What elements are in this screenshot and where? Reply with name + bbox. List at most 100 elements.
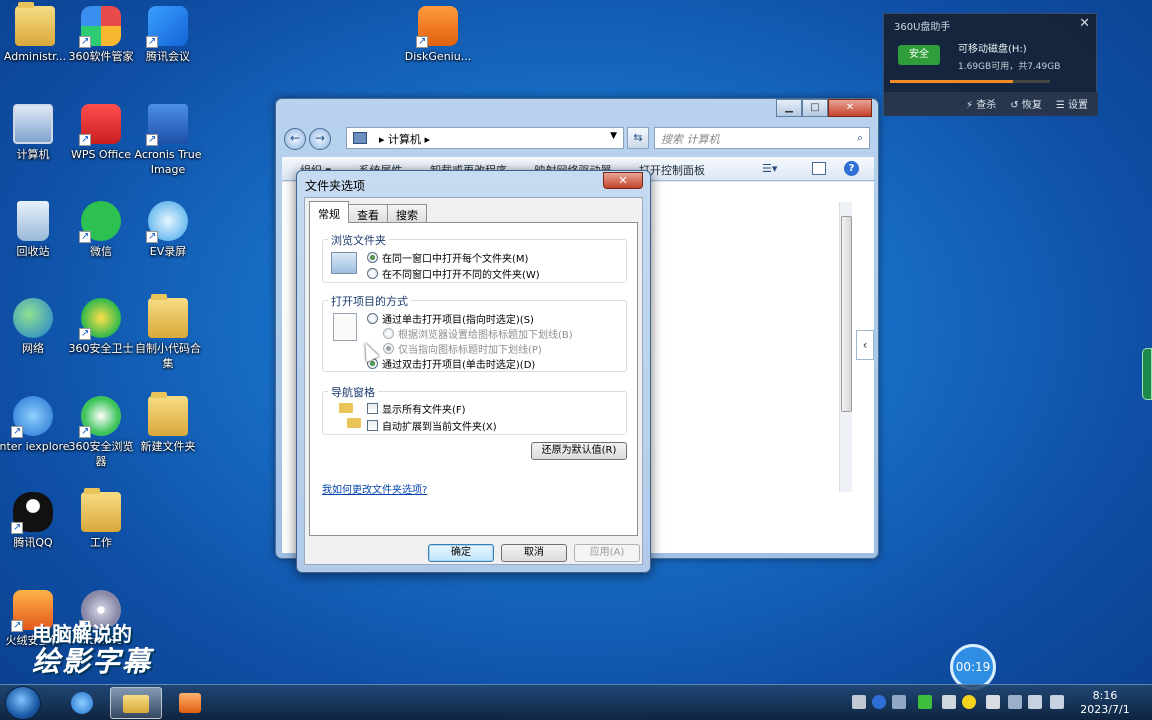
scrollbar-thumb[interactable] (841, 216, 852, 412)
desktop-icon-new-folder[interactable]: 新建文件夹 (131, 392, 205, 454)
help-link[interactable]: 我如何更改文件夹选项? (322, 481, 427, 496)
desktop-icon-qq[interactable]: 腾讯QQ (0, 492, 70, 550)
desktop-icon-ev-recorder[interactable]: EV录屏 (131, 201, 205, 259)
desktop-icon-network[interactable]: 网络 (0, 298, 70, 356)
desktop-icon-work[interactable]: 工作 (64, 488, 138, 550)
wrench-icon[interactable] (892, 695, 906, 709)
usb-safe-badge: 安全 (898, 45, 940, 65)
same-window-option[interactable]: 在同一窗口中打开每个文件夹(M) (367, 250, 528, 265)
show-all-folders-option[interactable]: 显示所有文件夹(F) (367, 401, 466, 416)
network-status-icon[interactable] (986, 695, 1000, 709)
show-all-folders-checkbox[interactable] (367, 403, 378, 414)
tab-general[interactable]: 常规 (309, 201, 349, 223)
cancel-button[interactable]: 取消 (501, 544, 567, 562)
keyboard-icon[interactable] (852, 695, 866, 709)
qq-icon (11, 492, 53, 535)
list-icon: ☰ (1055, 100, 1065, 111)
restore-icon: ↺ (1010, 100, 1019, 111)
desktop-icon-360-security[interactable]: 360安全卫士 (64, 298, 138, 356)
desktop-icon-360-browser[interactable]: 360安全浏览器 (64, 396, 138, 469)
explorer-scrollbar[interactable] (839, 202, 852, 492)
usb-settings-button[interactable]: ☰ 设置 (1056, 96, 1088, 116)
same-window-radio[interactable] (367, 252, 378, 263)
tab-view[interactable]: 查看 (348, 204, 388, 223)
help-icon[interactable]: ? (844, 161, 859, 176)
breadcrumb-chevron-icon: ▸ (424, 133, 431, 146)
single-click-option[interactable]: 通过单击打开项目(指向时选定)(S) (367, 311, 534, 326)
desktop-icon-internet-explorer[interactable]: inter iexplore (0, 396, 70, 454)
auto-expand-label: 自动扩展到当前文件夹(X) (382, 422, 497, 433)
usb-usage-fill (890, 80, 1014, 83)
breadcrumb-separator: ▸ (379, 133, 385, 146)
acronis-icon (146, 104, 188, 147)
taskbar-clock[interactable]: 8:16 2023/7/1 (1080, 689, 1130, 717)
restore-defaults-button[interactable]: 还原为默认值(R) (531, 442, 627, 460)
usb-restore-button[interactable]: ↺ 恢复 (1010, 96, 1042, 116)
desktop-icon-label: 360安全浏览器 (68, 440, 134, 468)
single-click-label: 通过单击打开项目(指向时选定)(S) (382, 315, 534, 326)
apply-button[interactable]: 应用(A) (574, 544, 640, 562)
view-options-icon[interactable]: ☰▾ (762, 162, 788, 176)
desktop-icon-tencent-meeting[interactable]: 腾讯会议 (131, 6, 205, 64)
search-placeholder: 搜索 计算机 (661, 133, 720, 146)
ok-button[interactable]: 确定 (428, 544, 494, 562)
preview-pane-icon[interactable] (812, 162, 826, 175)
usb-helper-close-icon[interactable]: ✕ (1079, 16, 1090, 31)
underline-hover-option: 仅当指向图标标题时加下划线(P) (383, 341, 542, 356)
breadcrumb-computer[interactable]: 计算机 (388, 133, 421, 146)
cloud-icon[interactable] (942, 695, 956, 709)
new-window-option[interactable]: 在不同窗口中打开不同的文件夹(W) (367, 266, 540, 281)
desktop-icon-label: EV录屏 (149, 245, 187, 258)
volume-icon[interactable] (1050, 695, 1064, 709)
start-button[interactable] (5, 686, 41, 720)
close-button[interactable]: ✕ (828, 99, 872, 117)
address-dropdown-icon[interactable]: ▼ (610, 131, 617, 141)
media-player-icon (179, 693, 201, 713)
usb-icon[interactable] (918, 695, 932, 709)
display-icon[interactable] (1028, 695, 1042, 709)
search-input[interactable]: 搜索 计算机 ⌕ (654, 127, 870, 149)
taskbar-explorer[interactable] (110, 687, 162, 719)
address-bar[interactable]: ▸ 计算机 ▸ ▼ (346, 127, 624, 149)
window-controls: ▁ □ ✕ (776, 99, 872, 117)
nav-folder-icon (347, 418, 361, 428)
usb-usage-bar (890, 80, 1050, 83)
desktop-icon-label: DiskGeniu... (404, 50, 472, 63)
wechat-icon (79, 201, 121, 244)
refresh-button[interactable]: ⇆ (627, 127, 649, 149)
minimize-button[interactable]: ▁ (776, 99, 802, 117)
desktop-icon-label: 自制小代码合集 (135, 342, 201, 370)
internet-explorer-icon (11, 396, 53, 439)
usb-scan-button[interactable]: ⚡ 查杀 (966, 96, 996, 116)
desktop-icon-diskgenius[interactable]: DiskGeniu... (401, 6, 475, 64)
maximize-button[interactable]: □ (802, 99, 828, 117)
desktop-icon-wechat[interactable]: 微信 (64, 201, 138, 259)
desktop-icon-label: 回收站 (16, 245, 50, 258)
desktop-icon-computer[interactable]: 计算机 (0, 104, 70, 162)
desktop-icon-recycle-bin[interactable]: 回收站 (0, 201, 70, 259)
double-click-label: 通过双击打开项目(单击时选定)(D) (382, 360, 536, 371)
side-collapse-tab[interactable]: ‹ (856, 330, 874, 360)
360-tray-icon[interactable] (962, 695, 976, 709)
single-click-radio[interactable] (367, 313, 378, 324)
flag-icon[interactable] (1008, 695, 1022, 709)
tab-search[interactable]: 搜索 (387, 204, 427, 223)
floating-side-widget[interactable] (1142, 348, 1152, 400)
forward-button[interactable]: → (309, 128, 331, 150)
auto-expand-checkbox[interactable] (367, 420, 378, 431)
folder-icon (123, 695, 149, 713)
dialog-close-button[interactable]: ✕ (603, 172, 643, 189)
desktop-icon-wps[interactable]: WPS Office (64, 104, 138, 162)
taskbar-media-player[interactable] (164, 687, 216, 719)
auto-expand-option[interactable]: 自动扩展到当前文件夹(X) (367, 418, 497, 433)
back-button[interactable]: ← (284, 128, 306, 150)
folder-options-dialog: 文件夹选项 ✕ 常规 查看 搜索 浏览文件夹 在同一窗口中打开每个文件夹(M) … (296, 170, 651, 573)
desktop-icon-administrator[interactable]: Administr... (0, 2, 72, 64)
taskbar-ie[interactable] (56, 687, 108, 719)
double-click-option[interactable]: 通过双击打开项目(单击时选定)(D) (367, 356, 535, 371)
new-window-radio[interactable] (367, 268, 378, 279)
desktop-icon-360-software-manager[interactable]: 360软件管家 (64, 6, 138, 64)
desktop-icon-code-collection[interactable]: 自制小代码合集 (131, 294, 205, 371)
help-icon[interactable] (872, 695, 886, 709)
desktop-icon-acronis[interactable]: Acronis True Image (131, 104, 205, 177)
